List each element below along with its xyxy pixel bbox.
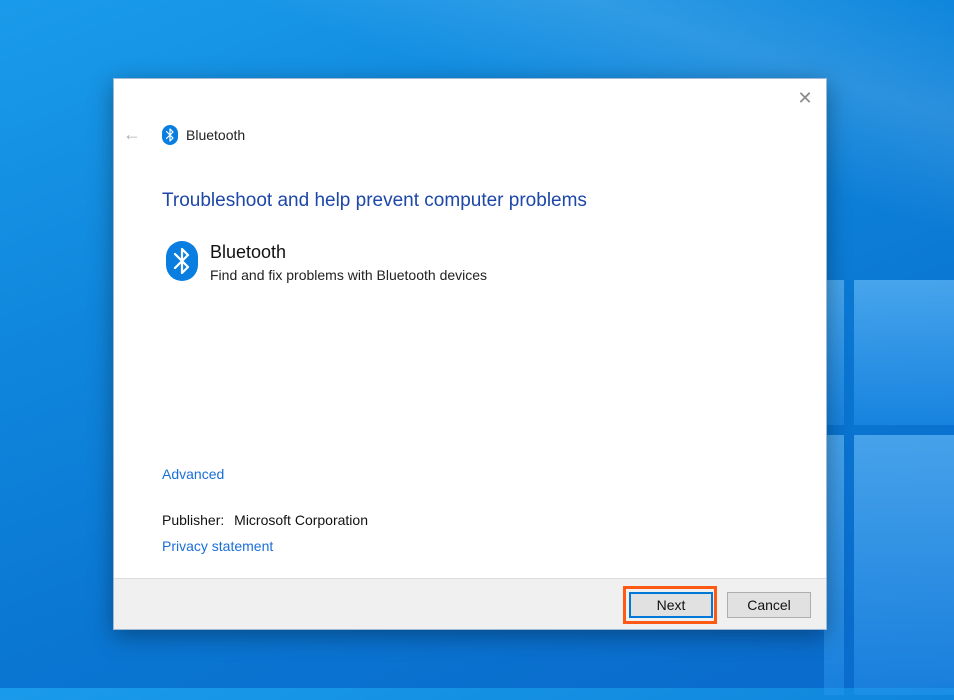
troubleshooter-dialog: ✕ ← Bluetooth Troubleshoot and help prev… [113, 78, 827, 630]
close-icon[interactable]: ✕ [796, 89, 814, 107]
publisher-info: Publisher: Microsoft Corporation [162, 512, 368, 528]
back-arrow-icon[interactable]: ← [123, 124, 141, 144]
page-heading: Troubleshoot and help prevent computer p… [162, 190, 587, 211]
dialog-header: Bluetooth [162, 125, 245, 145]
advanced-link[interactable]: Advanced [162, 466, 224, 482]
wallpaper-windows-logo [824, 280, 954, 700]
cancel-button[interactable]: Cancel [727, 592, 811, 618]
publisher-label: Publisher: [162, 512, 225, 528]
publisher-value: Microsoft Corporation [234, 512, 368, 528]
troubleshooter-title: Bluetooth [210, 242, 287, 262]
privacy-statement-link[interactable]: Privacy statement [162, 538, 273, 554]
troubleshooter-description: Find and fix problems with Bluetooth dev… [210, 267, 488, 283]
troubleshooter-item: Bluetooth Find and fix problems with Blu… [166, 240, 487, 283]
bluetooth-icon [162, 125, 178, 145]
next-button[interactable]: Next [629, 592, 713, 618]
dialog-title: Bluetooth [186, 127, 246, 143]
dialog-footer: Next Cancel [114, 578, 826, 629]
bluetooth-icon [166, 241, 198, 281]
